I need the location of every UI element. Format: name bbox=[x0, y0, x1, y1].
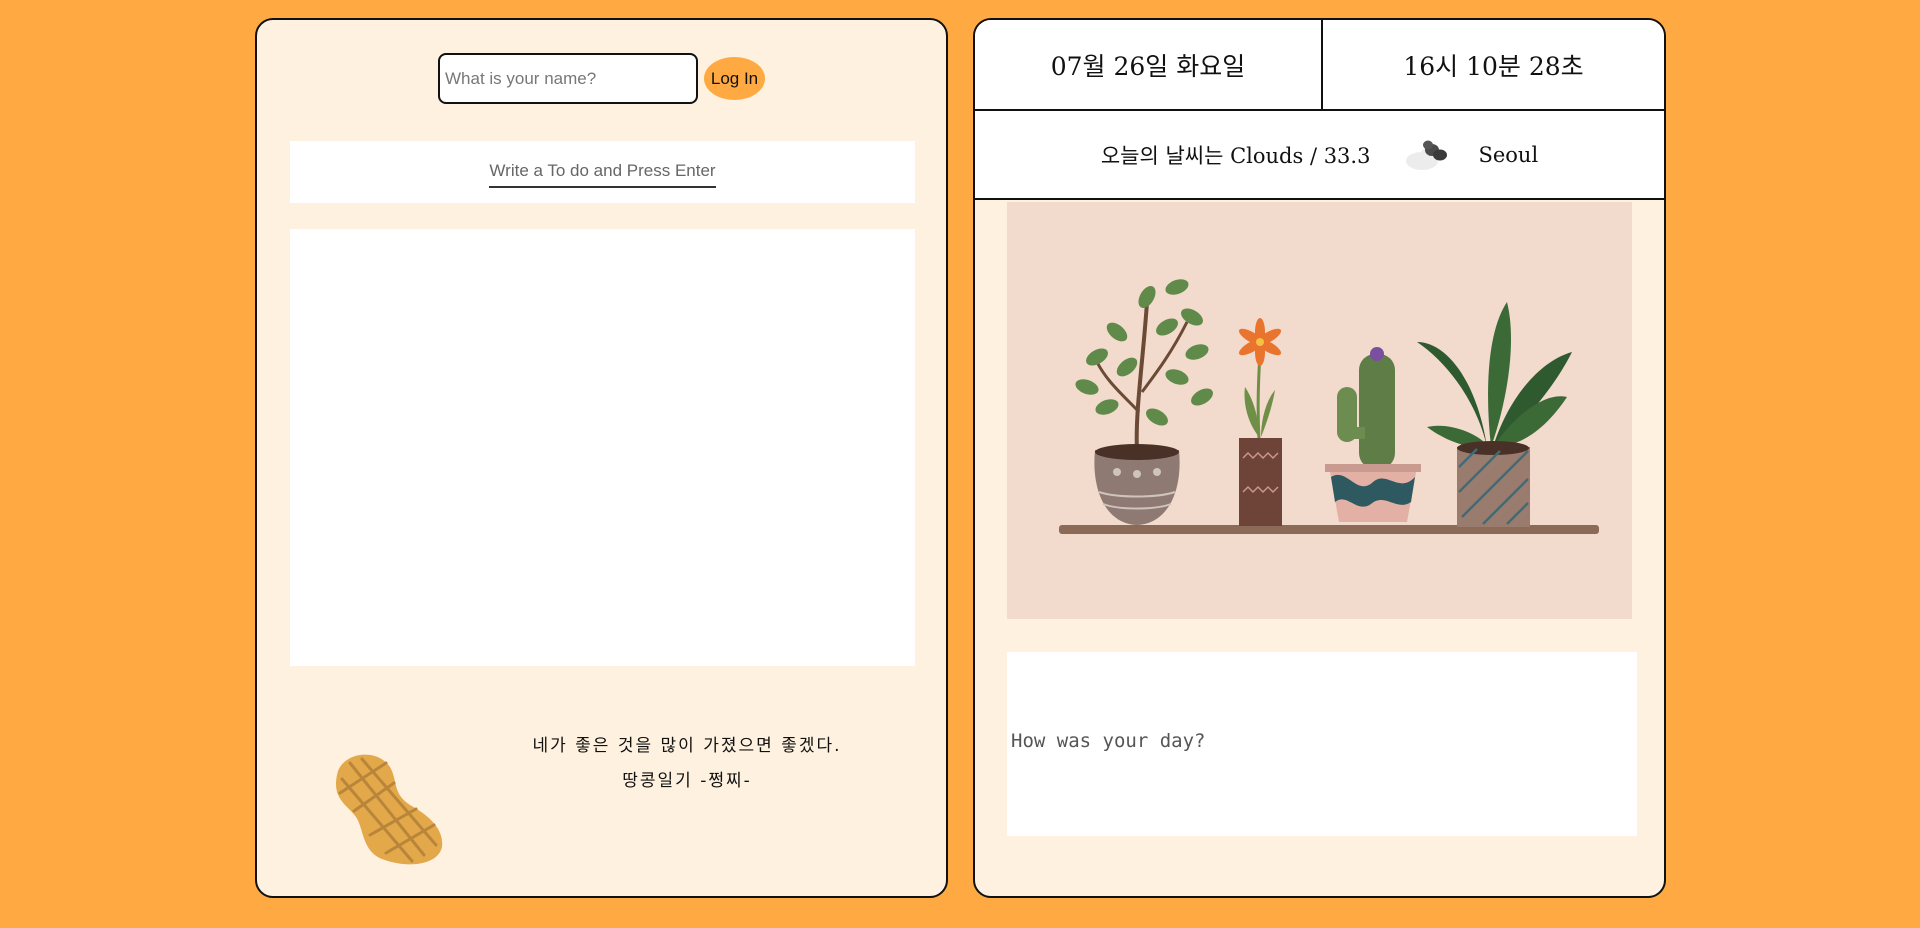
plant-tree-illustration bbox=[1075, 279, 1213, 525]
clock: 07월 26일 화요일 16시 10분 28초 bbox=[975, 20, 1664, 111]
todo-panel: Log In 네가 좋은 것을 많이 가졌으면 좋겠다. 땅콩일기 -쩡찌- bbox=[255, 18, 948, 898]
name-input[interactable] bbox=[438, 53, 698, 104]
broken-clouds-icon bbox=[1406, 140, 1448, 170]
clock-time: 16시 10분 28초 bbox=[1403, 51, 1584, 81]
plant-flower-illustration bbox=[1238, 318, 1282, 526]
peanut-icon bbox=[335, 754, 443, 865]
login-form: Log In bbox=[257, 53, 946, 104]
quote: 네가 좋은 것을 많이 가졌으면 좋겠다. 땅콩일기 -쩡찌- bbox=[477, 729, 897, 799]
plant-cactus-illustration bbox=[1325, 347, 1421, 522]
quote-author: 땅콩일기 -쩡찌- bbox=[622, 771, 752, 791]
quote-text: 네가 좋은 것을 많이 가졌으면 좋겠다. bbox=[532, 736, 842, 756]
login-button[interactable]: Log In bbox=[704, 57, 765, 100]
diary-textarea[interactable] bbox=[1007, 652, 1637, 836]
info-panel: 07월 26일 화요일 16시 10분 28초 오늘의 날씨는 Clouds /… bbox=[973, 18, 1666, 898]
plant-shelf-image bbox=[1007, 202, 1632, 619]
plant-leafy-illustration bbox=[1417, 302, 1572, 527]
todo-input[interactable] bbox=[489, 156, 716, 188]
clock-date: 07월 26일 화요일 bbox=[975, 20, 1323, 109]
todo-list bbox=[290, 229, 915, 666]
weather-summary: 오늘의 날씨는 Clouds / 33.3 bbox=[1100, 143, 1371, 168]
todo-form bbox=[290, 141, 915, 203]
weather: 오늘의 날씨는 Clouds / 33.3 Seoul bbox=[975, 111, 1664, 200]
weather-city: Seoul bbox=[1478, 142, 1539, 167]
